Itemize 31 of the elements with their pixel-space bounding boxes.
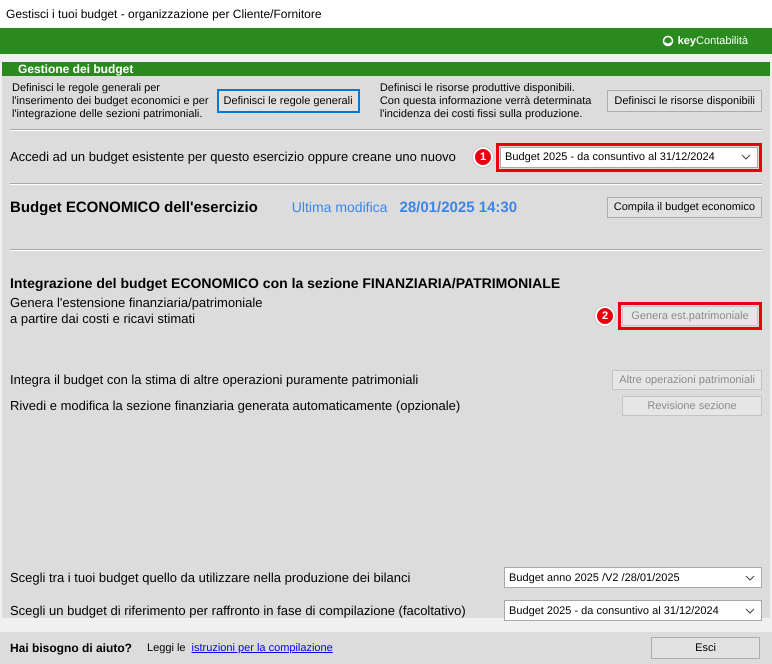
modified-date: 28/01/2025 14:30 [399, 198, 518, 216]
access-label: Accedi ad un budget esistente per questo esercizio oppure creane uno nuovo [10, 149, 456, 165]
rules-description: Definisci le regole generali per l'inserimento dei budget economici e per l'integrazione delle sezioni patrimoniali. [12, 82, 209, 120]
action-description: Integra il budget con la stima di altre operazioni puramente patrimoniali [10, 372, 418, 388]
generate-description: Genera l'estensione finanziaria/patrimoniale a partire dai costi e ricavi stimati [10, 295, 263, 327]
exit-button[interactable]: Esci [651, 637, 760, 659]
action-button[interactable]: Definisci le regole generali [216, 89, 360, 113]
logo-icon [662, 35, 674, 47]
window-title: Gestisci i tuoi budget - organizzazione per Cliente/Fornitore [0, 0, 772, 28]
panel-title: Gestione dei budget [2, 62, 770, 76]
budget-dropdown[interactable]: Budget 2025 - da consuntivo al 31/12/2024 [504, 600, 762, 621]
marker-badge: 2 [595, 306, 615, 326]
action-button[interactable]: Compila il budget economico [606, 196, 762, 218]
help-question: Hai bisogno di aiuto? [10, 641, 132, 655]
resources-description: Definisci le risorse produttive disponibili. Con questa informazione verrà determinata l'incidenza dei costi fissi sulla produzione. [380, 82, 592, 120]
budget-dropdown[interactable]: Budget 2025 - da consuntivo al 31/12/2024 [500, 146, 758, 168]
modified-label: Ultima modifica [292, 199, 388, 215]
chevron-down-icon [745, 608, 755, 614]
choice-label: Scegli tra i tuoi budget quello da utilizzare nella produzione dei bilanci [10, 570, 410, 586]
brand-name: keyContabilità [678, 35, 748, 47]
help-lead: Leggi le [147, 642, 186, 654]
marker-badge: 1 [473, 147, 493, 167]
chevron-down-icon [745, 574, 755, 580]
chevron-down-icon [741, 154, 751, 160]
integration-title: Integrazione del budget ECONOMICO con la sezione FINANZIARIA/PATRIMONIALE [10, 275, 560, 291]
economic-title: Budget ECONOMICO dell'esercizio [10, 198, 258, 216]
instructions-link[interactable]: istruzioni per la compilazione [192, 642, 333, 654]
budget-dropdown[interactable]: Budget anno 2025 /V2 /28/01/2025 [504, 567, 762, 588]
action-description: Rivedi e modifica la sezione finanziaria generata automaticamente (opzionale) [10, 398, 460, 414]
action-button[interactable]: Definisci le risorse disponibili [607, 90, 762, 112]
choice-label: Scegli un budget di riferimento per raffronto in fase di compilazione (facoltativo) [10, 602, 466, 618]
